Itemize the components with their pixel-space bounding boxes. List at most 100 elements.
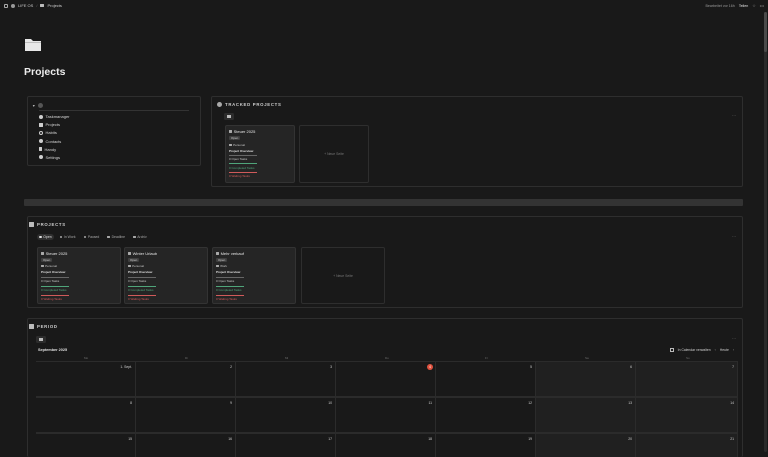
section-title: PERIOD — [37, 324, 58, 329]
breadcrumb-workspace[interactable]: LIFE OS — [18, 3, 33, 8]
day-number: 12 — [528, 401, 532, 405]
more-options-icon[interactable]: ··· — [732, 113, 736, 118]
tab-open[interactable]: Open — [37, 234, 54, 240]
prev-month-icon[interactable]: ‹ — [715, 348, 716, 352]
top-bar: LIFE OS / Projects Bearbeitet vor 16h Te… — [0, 0, 768, 11]
day-number: 5 — [530, 365, 532, 369]
calendar-day[interactable]: 2 — [136, 361, 236, 397]
calendar-day[interactable]: 12 — [436, 397, 536, 433]
weekday-label: Sa — [585, 356, 589, 360]
folder-icon — [41, 252, 44, 255]
calendar-day[interactable]: 10 — [236, 397, 336, 433]
day-number: 20 — [628, 437, 632, 441]
progress-bar — [128, 295, 156, 296]
nav-item-taskmanager[interactable]: Taskmanager — [39, 114, 70, 120]
folder-icon[interactable] — [24, 37, 42, 52]
calendar-day[interactable]: 21 — [636, 433, 738, 457]
overview-label: Project Overview — [229, 149, 254, 153]
new-page-button[interactable]: + Neue Seite — [301, 247, 385, 304]
breadcrumb-page[interactable]: Projects — [47, 3, 61, 8]
edited-status: Bearbeitet vor 16h — [705, 3, 735, 8]
tab-deadline[interactable]: Deadline — [105, 234, 127, 240]
status-badge: Open — [216, 258, 228, 263]
new-page-button[interactable]: + Neue Seite — [299, 125, 369, 183]
project-card[interactable]: Winter Urlaub Open Personal Project Over… — [124, 247, 208, 304]
calendar-icon — [39, 338, 43, 341]
waiting-tasks: 0 Waiting Tasks — [128, 297, 149, 301]
weekday-label: Mo — [84, 356, 89, 360]
project-card[interactable]: Steuer 2025 Open Personal Project Overvi… — [37, 247, 121, 304]
section-heading: PERIOD — [29, 324, 58, 329]
calendar-day[interactable]: 20 — [536, 433, 636, 457]
tab-label: Archiv — [137, 235, 147, 239]
more-options-icon[interactable]: ••• — [760, 3, 764, 8]
view-folder-button[interactable] — [224, 113, 234, 120]
project-card[interactable]: Steuer 2025 Open Personal Project Overvi… — [225, 125, 295, 183]
nav-item-projects[interactable]: Projects — [39, 122, 70, 128]
calendar-day[interactable]: 15 — [36, 433, 136, 457]
progress-bar — [41, 286, 69, 287]
nav-item-handy[interactable]: Handy — [39, 146, 70, 152]
tab-paused[interactable]: Paused — [82, 234, 102, 240]
nav-item-settings[interactable]: Settings — [39, 154, 70, 160]
calendar-day[interactable]: 5 — [436, 361, 536, 397]
nav-item-label: Habits — [45, 130, 57, 136]
weekday-label: Di — [185, 356, 188, 360]
progress-bar — [229, 163, 257, 164]
nav-item-contacts[interactable]: Contacts — [39, 138, 70, 144]
nav-toggle[interactable]: ▼ — [32, 103, 43, 108]
calendar-day[interactable]: 7 — [636, 361, 738, 397]
nav-item-habits[interactable]: Habits — [39, 130, 70, 136]
section-heading: TRACKED PROJECTS — [217, 102, 282, 107]
next-month-icon[interactable]: › — [733, 348, 734, 352]
page-title: Projects — [24, 66, 66, 78]
day-number: 7 — [732, 365, 734, 369]
more-options-icon[interactable]: ··· — [732, 336, 736, 341]
open-in-calendar-button[interactable]: In Calendar verwalten — [678, 348, 711, 352]
calendar-day[interactable]: 19 — [436, 433, 536, 457]
calendar-day[interactable]: 6 — [536, 361, 636, 397]
day-number: 1. Sept. — [120, 365, 132, 369]
calendar-day[interactable]: 1. Sept. — [36, 361, 136, 397]
calendar-view-button[interactable] — [36, 336, 46, 343]
calendar-day[interactable]: 16 — [136, 433, 236, 457]
scrollbar-track[interactable] — [764, 12, 767, 452]
project-card[interactable]: Mehr verkauf Open Work Project Overview … — [212, 247, 296, 304]
tab-in-work[interactable]: In Work — [58, 234, 78, 240]
calendar-day[interactable]: 3 — [236, 361, 336, 397]
calendar-day[interactable]: 14 — [636, 397, 738, 433]
calendar-day[interactable]: 11 — [336, 397, 436, 433]
check-circle-icon — [39, 114, 43, 119]
folder-icon — [40, 4, 45, 7]
gear-icon — [39, 155, 43, 160]
tab-archiv[interactable]: Archiv — [131, 234, 149, 240]
completed-tasks: 0 Completed Tasks — [128, 288, 154, 292]
calendar-day[interactable]: 17 — [236, 433, 336, 457]
area-label: Personal — [132, 264, 144, 268]
area-property: Personal — [229, 143, 245, 147]
calendar-day-today[interactable]: 4 — [336, 361, 436, 397]
progress-bar — [229, 155, 257, 156]
card-title: Winter Urlaub — [128, 251, 157, 256]
open-tasks: 0 Open Tasks — [216, 279, 235, 283]
calendar-day[interactable]: 18 — [336, 433, 436, 457]
sidebar-toggle-icon[interactable] — [4, 3, 8, 8]
today-button[interactable]: Heute — [720, 348, 729, 352]
star-icon[interactable]: ☆ — [752, 3, 756, 8]
month-label: September 2025 — [38, 348, 68, 352]
share-button[interactable]: Teilen — [739, 4, 748, 8]
toggle-triangle-icon[interactable]: ▼ — [32, 104, 36, 108]
nav-list: Taskmanager Projects Habits Contacts Han… — [39, 114, 70, 160]
calendar-day[interactable]: 8 — [36, 397, 136, 433]
more-options-icon[interactable]: ··· — [732, 234, 736, 239]
card-title: Steuer 2025 — [41, 251, 67, 256]
calendar-day[interactable]: 13 — [536, 397, 636, 433]
workspace-icon — [11, 3, 15, 8]
progress-bar — [216, 277, 244, 278]
scrollbar-thumb[interactable] — [764, 12, 767, 52]
calendar-day[interactable]: 9 — [136, 397, 236, 433]
day-number: 15 — [128, 437, 132, 441]
status-badge: Open — [41, 258, 53, 263]
completed-tasks: 0 Completed Tasks — [41, 288, 67, 292]
card-title: Steuer 2025 — [229, 129, 255, 134]
